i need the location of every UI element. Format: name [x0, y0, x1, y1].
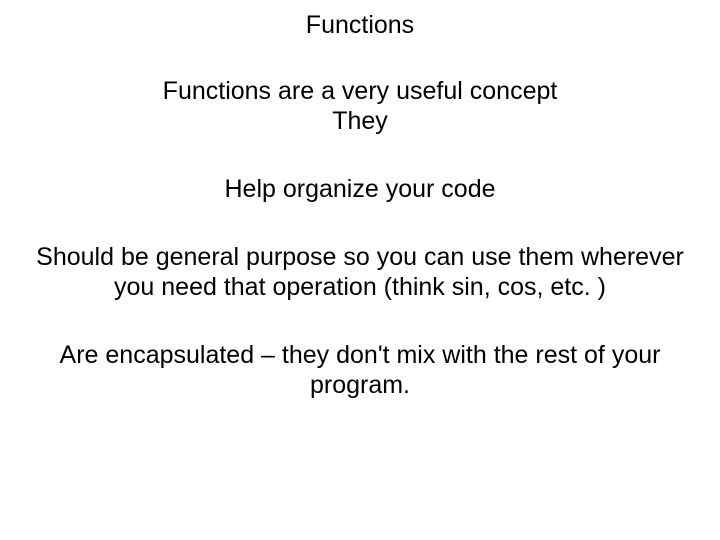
intro-line-2: They [15, 106, 705, 136]
point-2: Should be general purpose so you can use… [15, 242, 705, 302]
slide-title: Functions [15, 10, 705, 40]
point-3: Are encapsulated – they don't mix with t… [15, 340, 705, 400]
intro-block: Functions are a very useful concept They [15, 76, 705, 136]
point-1: Help organize your code [15, 174, 705, 204]
intro-line-1: Functions are a very useful concept [15, 76, 705, 106]
